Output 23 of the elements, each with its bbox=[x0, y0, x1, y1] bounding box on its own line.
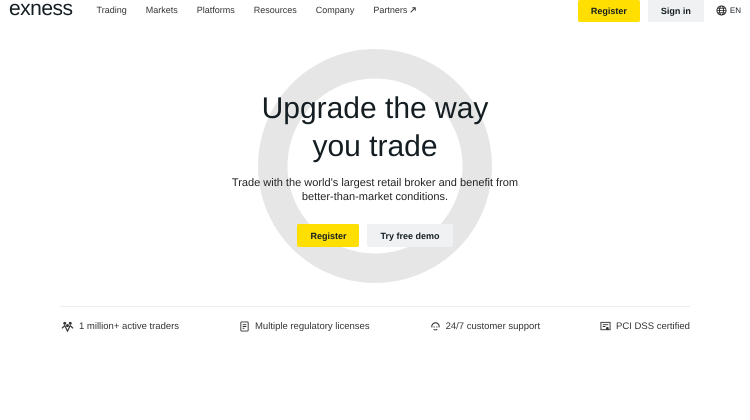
feature-label: 1 million+ active traders bbox=[79, 321, 180, 332]
language-selector[interactable]: EN bbox=[716, 4, 741, 16]
document-icon bbox=[239, 321, 250, 332]
globe-icon bbox=[716, 4, 727, 16]
feature-label: 24/7 customer support bbox=[446, 321, 540, 332]
nav-link[interactable]: Markets bbox=[146, 5, 178, 15]
nav-link[interactable]: Company bbox=[316, 5, 354, 15]
hero-subtitle: Trade with the world’s largest retail broker and benefit from better-than-market conditions. bbox=[232, 176, 518, 204]
demo-button[interactable]: Try free demo bbox=[367, 224, 453, 247]
feature-label: Multiple regulatory licenses bbox=[255, 321, 370, 332]
sign-in-button[interactable]: Sign in bbox=[648, 0, 704, 22]
nav-link[interactable]: Trading bbox=[96, 5, 127, 15]
nav-link[interactable]: Partners bbox=[373, 5, 416, 15]
certificate-icon bbox=[600, 321, 612, 332]
feature-label: PCI DSS certified bbox=[616, 321, 690, 332]
people-icon bbox=[61, 321, 74, 332]
hero-title: Upgrade the way you trade bbox=[262, 91, 488, 165]
nav-link[interactable]: Resources bbox=[254, 5, 297, 15]
register-button[interactable]: Register bbox=[578, 0, 640, 22]
headset-icon bbox=[430, 321, 441, 332]
nav-link[interactable]: Platforms bbox=[196, 5, 235, 15]
register-button[interactable]: Register bbox=[297, 224, 360, 247]
logo[interactable]: exness bbox=[9, 0, 73, 19]
